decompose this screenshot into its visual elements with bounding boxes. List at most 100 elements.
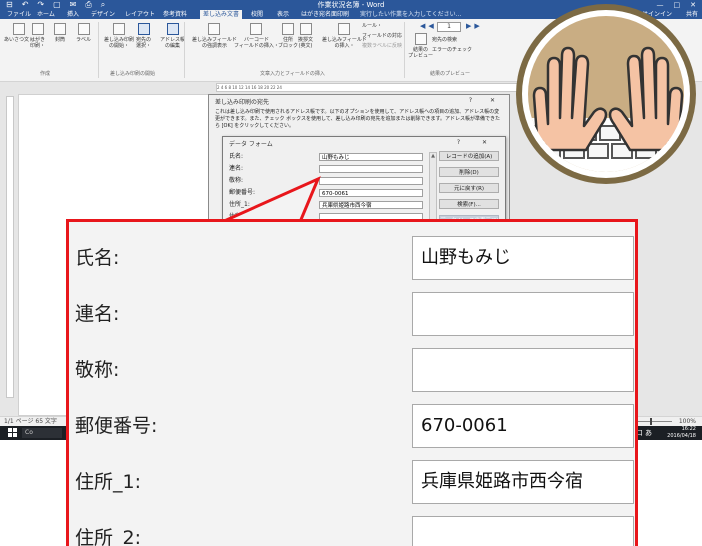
field-label: 敬称: [229, 177, 244, 184]
group-label-fields: 文章入力とフィールドの挿入 [260, 71, 325, 77]
edit-list-button[interactable]: アドレス帳 の編集 [160, 23, 185, 49]
callout-label: 住所_2: [75, 527, 141, 546]
tab-design[interactable]: デザイン [88, 10, 118, 19]
vertical-ruler[interactable] [6, 96, 14, 398]
tab-postcard[interactable]: はがき宛名面印刷 [298, 10, 352, 19]
rules-button[interactable]: ルール・ [362, 23, 382, 30]
typing-hands-icon [516, 4, 696, 184]
group-separator [184, 22, 185, 78]
envelope-label: 封筒 [54, 37, 65, 43]
start-merge-icon [113, 23, 125, 35]
data-form-controls[interactable]: ? ✕ [457, 139, 497, 146]
callout-row: 連名: [69, 286, 635, 342]
find-recipient-button[interactable]: 宛先の検索 [432, 37, 457, 44]
callout-name-field[interactable]: 山野もみじ [412, 236, 634, 280]
ime-indicator[interactable]: 口 あ [636, 426, 652, 440]
tab-file[interactable]: ファイル [4, 10, 34, 19]
check-errors-button[interactable]: エラーのチェック [432, 47, 472, 54]
name-field[interactable]: 山野もみじ [319, 153, 423, 161]
callout-label: 住所_1: [75, 471, 141, 493]
address-block-button[interactable]: 住所 ブロック [278, 23, 298, 49]
data-form-row: 敬称: [229, 176, 429, 186]
address1-field[interactable]: 兵庫県姫路市西今宿 [319, 201, 423, 209]
insert-field-icon [338, 23, 351, 35]
data-form-title: データ フォーム [229, 141, 273, 148]
group-label-create: 作成 [40, 71, 51, 77]
callout-row: 敬称: [69, 342, 635, 398]
postcard-icon [31, 23, 44, 35]
callout-honorific-field[interactable] [412, 348, 634, 392]
field-label: 郵便番号: [229, 189, 256, 196]
field-label: 連名: [229, 165, 244, 172]
zoom-slider-knob[interactable] [650, 418, 652, 425]
windows-start-icon[interactable] [8, 428, 18, 438]
envelope-button[interactable]: 封筒 [54, 23, 66, 43]
label-button[interactable]: ラベル [76, 23, 91, 43]
callout-postal-code-field[interactable]: 670-0061 [412, 404, 634, 448]
find-button[interactable]: 検索(F)... [439, 199, 499, 209]
tab-references[interactable]: 参考資料 [160, 10, 190, 19]
callout-row: 郵便番号: 670-0061 [69, 398, 635, 454]
joint-name-field[interactable] [319, 165, 423, 173]
record-nav-next[interactable]: ▶▶ [466, 22, 483, 30]
callout-label: 郵便番号: [75, 415, 158, 437]
recipients-icon [137, 23, 150, 35]
preview-icon [414, 33, 427, 45]
restore-button[interactable]: 元に戻す(R) [439, 183, 499, 193]
callout-label: 連名: [75, 303, 120, 325]
mail-merge-description: これは差し込み印刷で使用されるアドレス帳です。以下のオプションを使用して、アドレ… [215, 109, 501, 129]
edit-list-sub: の編集 [165, 43, 181, 49]
select-recipients-sub: 選択・ [136, 43, 152, 49]
barcode-button[interactable]: バーコード フィールドの挿入・ [234, 23, 279, 49]
preview-results-button[interactable]: 結果の プレビュー [408, 33, 433, 59]
data-form-row: 郵便番号: 670-0061 [229, 188, 429, 198]
tab-layout[interactable]: レイアウト [122, 10, 158, 19]
postcard-sub: 印刷・ [30, 43, 46, 49]
postcard-button[interactable]: はがき 印刷・ [30, 23, 45, 49]
page-count: 1/1 ページ 65 文字 [4, 417, 57, 426]
tab-review[interactable]: 校閲 [248, 10, 266, 19]
tab-mailings[interactable]: 差し込み文書 [200, 10, 243, 19]
label-icon [77, 23, 90, 35]
edit-list-icon [166, 23, 179, 35]
clock-time: 16:22 [681, 426, 696, 432]
data-form-scrollbar[interactable]: ▲ [429, 152, 437, 224]
start-merge-sub: の開始・ [109, 43, 130, 49]
group-label-preview: 結果のプレビュー [430, 71, 471, 77]
envelope-icon [54, 23, 66, 35]
field-label: 氏名: [229, 153, 244, 160]
tab-home[interactable]: ホーム [34, 10, 58, 19]
add-record-button[interactable]: レコードの追加(A) [439, 151, 499, 161]
start-merge-button[interactable]: 差し込み印刷 の開始・ [104, 23, 134, 49]
callout-row: 氏名: 山野もみじ [69, 230, 635, 286]
select-recipients-button[interactable]: 宛先の 選択・ [136, 23, 151, 49]
postal-code-field[interactable]: 670-0061 [319, 189, 423, 197]
group-label-start: 差し込み印刷の開始 [110, 71, 156, 77]
greeting-line-icon [299, 23, 312, 35]
match-fields-button[interactable]: フィールドの対応 [362, 33, 402, 40]
tell-me-search[interactable]: 実行したい作業を入力してください... [360, 10, 461, 19]
callout-joint-name-field[interactable] [412, 292, 634, 336]
screenshot-stage: ⊟ ↶ ↷ ▢ ✉ ⎙ ⌕ 作業状況名簿 - Word — □ ✕ ファイル ホ… [0, 0, 702, 546]
tab-insert[interactable]: 挿入 [64, 10, 82, 19]
tab-view[interactable]: 表示 [274, 10, 292, 19]
record-number-input[interactable]: 1 [437, 22, 461, 32]
mail-merge-dialog-title: 差し込み印刷の宛先 [215, 99, 270, 106]
clock[interactable]: 16:22 2016/04/18 [667, 426, 696, 440]
greeting-line-button[interactable]: 挨拶文 (英文) [298, 23, 313, 49]
greeting-icon [13, 23, 25, 35]
zoom-level[interactable]: 100% [679, 417, 696, 426]
horizontal-ruler[interactable]: 2 4 6 8 10 12 14 16 18 20 22 24 [216, 83, 518, 92]
record-nav-arrows[interactable]: ◀◀ [420, 22, 437, 30]
update-labels-button[interactable]: 複数ラベルに反映 [362, 43, 402, 50]
barcode-sub: フィールドの挿入・ [234, 43, 279, 49]
cortana-search[interactable]: Co [22, 428, 62, 438]
delete-record-button[interactable]: 削除(D) [439, 167, 499, 177]
honorific-field[interactable] [319, 177, 423, 185]
callout-address1-field[interactable]: 兵庫県姫路市西今宿 [412, 460, 634, 504]
highlight-fields-button[interactable]: 差し込みフィールド の強調表示 [192, 23, 237, 49]
mail-merge-dialog-controls[interactable]: ? ✕ [469, 97, 503, 104]
callout-address2-field[interactable] [412, 516, 634, 546]
insert-field-button[interactable]: 差し込みフィールド の挿入・ [322, 23, 367, 49]
callout-label: 氏名: [75, 247, 120, 269]
